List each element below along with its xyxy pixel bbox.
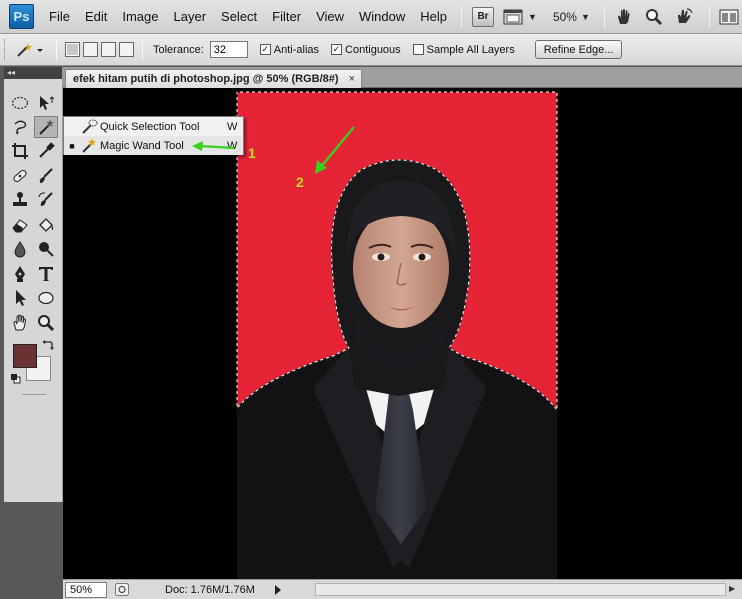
document-tab[interactable]: efek hitam putih di photoshop.jpg @ 50% … [65,69,363,88]
checkmark-icon: ✓ [261,44,270,54]
hand-icon[interactable] [613,6,635,28]
selected-marker: ■ [69,140,75,151]
tool-preset-picker[interactable] [12,39,48,61]
magic-wand-icon[interactable] [34,116,58,138]
menu-window[interactable]: Window [359,9,405,24]
annotation-label-1: 1 [248,145,256,161]
options-divider-2 [142,38,143,61]
flyout-shortcut: W [227,120,238,133]
flyout-row-quick-selection[interactable]: Quick Selection Tool W [64,117,243,136]
tools-panel: ◂◂ [4,67,63,502]
swap-colors-icon[interactable] [42,339,54,354]
document-size-info: Doc: 1.76M/1.76M [165,583,255,596]
menu-select[interactable]: Select [221,9,257,24]
anti-alias-label: Anti-alias [273,43,320,56]
document-canvas[interactable]: 2 [63,88,742,579]
checkmark-icon: ✓ [332,44,341,54]
default-colors-icon[interactable] [10,373,21,387]
crop-icon[interactable] [8,140,32,162]
scroll-right-icon[interactable]: ▶ [729,584,735,593]
options-bar: Tolerance: ✓ Anti-alias ✓ Contiguous Sam… [0,34,742,66]
quick-selection-icon [80,119,100,135]
intersect-selection-mode-button[interactable] [119,42,134,57]
screen-mode-icon[interactable] [502,6,524,28]
status-bar: 50% Doc: 1.76M/1.76M ▶ [63,579,742,599]
eraser-icon[interactable] [8,214,32,236]
horizontal-scrollbar[interactable] [315,583,726,596]
zoom-icon[interactable] [643,6,665,28]
menu-help[interactable]: Help [420,9,447,24]
clone-stamp-icon[interactable] [8,189,32,211]
options-bar-grip[interactable] [4,38,8,61]
type-icon[interactable] [34,263,58,285]
subtract-from-selection-mode-button[interactable] [101,42,116,57]
blur-icon[interactable] [8,238,32,260]
zoom-level-display[interactable]: 50% [553,10,577,24]
photoshop-window: Ps File Edit Image Layer Select Filter V… [0,0,742,599]
photoshop-logo: Ps [9,4,34,29]
menu-edit[interactable]: Edit [85,9,107,24]
zoom-chevron-down-icon[interactable]: ▼ [581,12,590,22]
canvas-artwork [236,91,558,579]
close-icon[interactable]: × [349,73,355,85]
menu-image[interactable]: Image [122,9,158,24]
document-tab-bar: efek hitam putih di photoshop.jpg @ 50% … [63,67,742,88]
history-brush-icon[interactable] [34,189,58,211]
dodge-icon[interactable] [34,238,58,260]
chevron-down-icon[interactable]: ▼ [528,12,537,22]
add-to-selection-mode-button[interactable] [83,42,98,57]
tolerance-input[interactable] [209,41,248,58]
document-tab-title: efek hitam putih di photoshop.jpg @ 50% … [73,73,339,85]
menubar-divider-3 [708,5,710,28]
move-icon[interactable] [34,92,58,114]
tolerance-label: Tolerance: [153,43,204,56]
refine-edge-button[interactable]: Refine Edge... [534,40,623,59]
menubar-divider [461,5,463,28]
flyout-label: Quick Selection Tool [100,120,200,133]
status-options-icon[interactable] [115,583,129,599]
status-menu-arrow-icon[interactable] [274,584,281,595]
right-pupil [418,253,426,261]
path-selection-icon[interactable] [8,287,32,309]
panel-collapse-button[interactable]: ◂◂ [4,67,62,79]
zoom-icon[interactable] [34,312,58,334]
menu-bar: Ps File Edit Image Layer Select Filter V… [0,0,742,34]
paint-bucket-icon[interactable] [34,214,58,236]
arrange-documents-icon[interactable] [718,6,740,28]
eyedropper-icon[interactable] [34,140,58,162]
menu-view[interactable]: View [316,9,344,24]
brush-icon[interactable] [34,165,58,187]
ellipse-icon[interactable] [34,287,58,309]
new-selection-mode-button[interactable] [65,42,80,57]
left-pupil [377,253,385,261]
menu-file[interactable]: File [49,9,70,24]
menubar-divider-2 [603,5,605,28]
healing-brush-icon[interactable] [8,165,32,187]
marquee-icon[interactable] [8,92,32,114]
annotation-label-2: 2 [296,174,304,190]
anti-alias-checkbox[interactable]: ✓ [259,44,271,55]
bridge-button[interactable]: Br [472,6,495,27]
magic-wand-icon [80,137,100,154]
quick-mask-divider [22,394,46,395]
contiguous-label: Contiguous [345,43,401,56]
hand-icon[interactable] [8,312,32,334]
annotation-arrow-1 [192,141,235,151]
rotate-view-icon[interactable] [673,6,695,28]
options-divider [56,38,57,61]
pen-icon[interactable] [8,263,32,285]
zoom-field[interactable]: 50% [65,581,107,598]
magic-wand-icon [17,42,43,57]
contiguous-checkbox[interactable]: ✓ [331,44,343,55]
lasso-icon[interactable] [8,116,32,138]
sample-all-layers-checkbox[interactable] [412,44,424,55]
menu-filter[interactable]: Filter [272,9,301,24]
menu-layer[interactable]: Layer [174,9,207,24]
sample-all-layers-label: Sample All Layers [426,43,515,56]
foreground-color-swatch[interactable] [13,344,37,368]
